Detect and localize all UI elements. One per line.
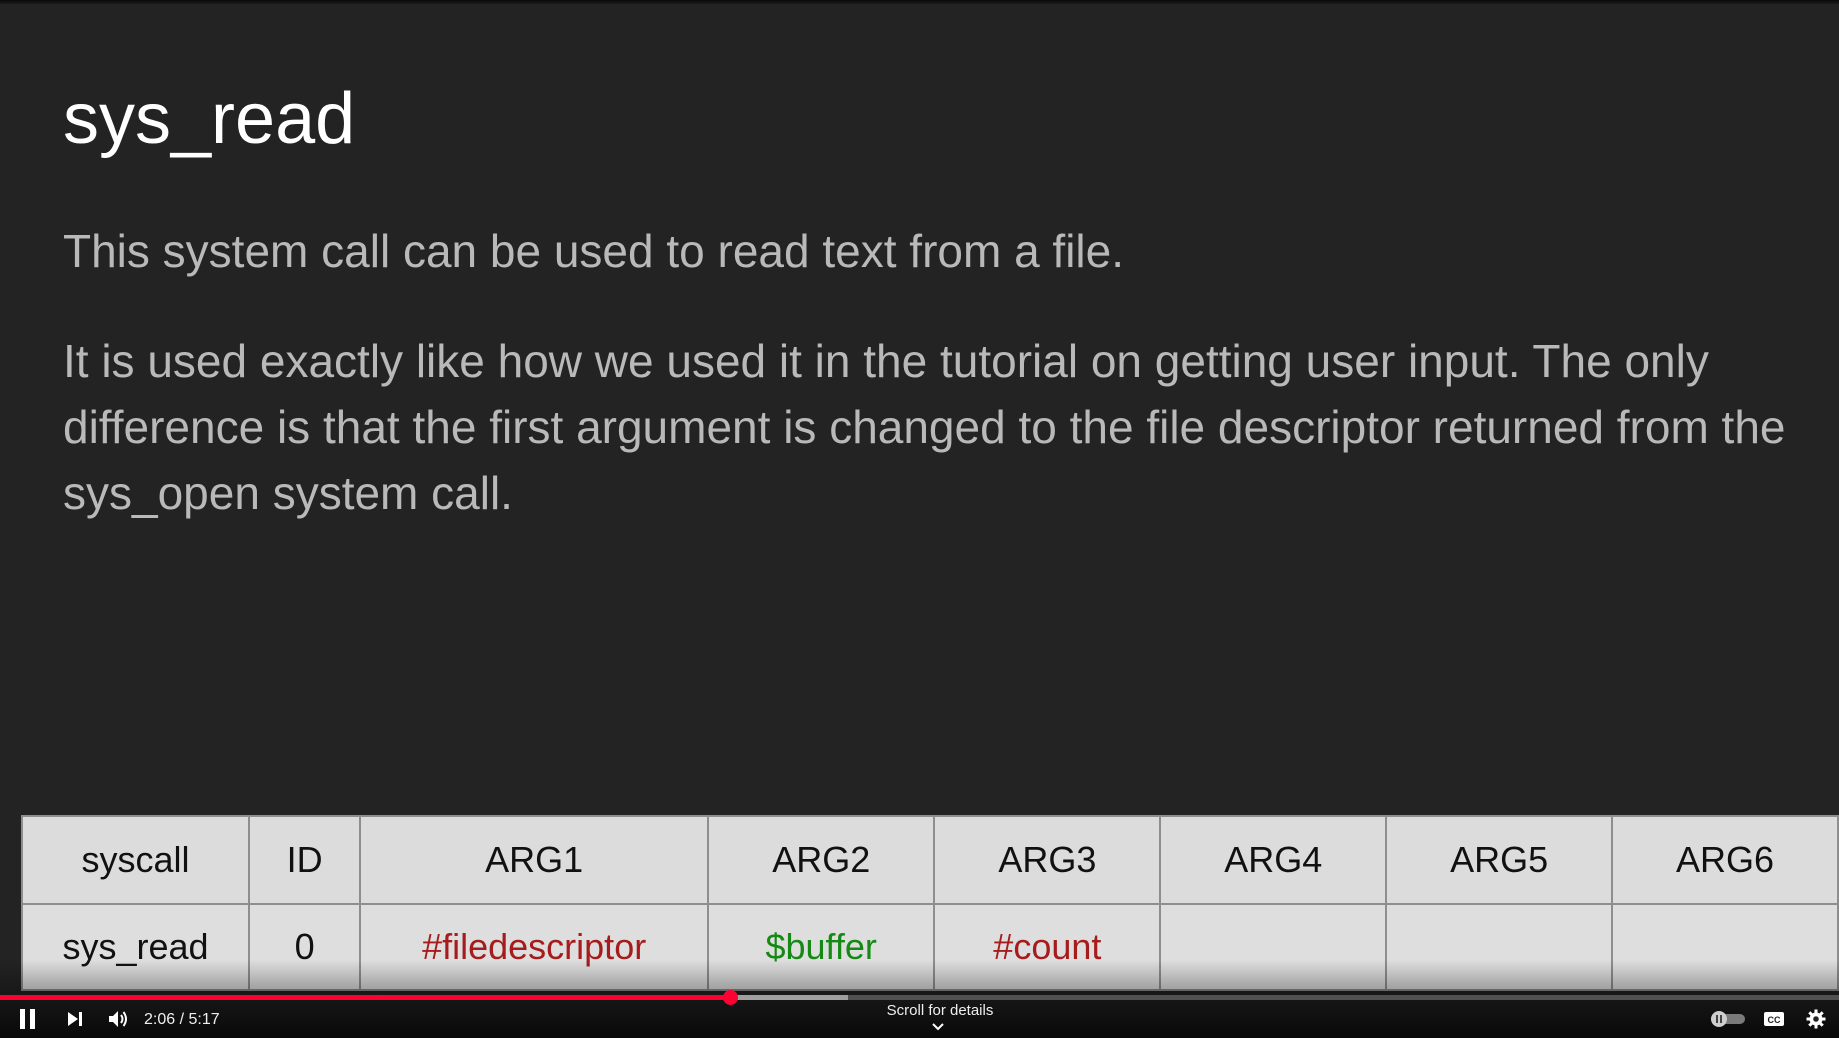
- header-cell: ARG2: [707, 815, 936, 905]
- table-header-row: syscall ID ARG1 ARG2 ARG3 ARG4 ARG5 ARG6: [20, 815, 1839, 905]
- header-cell: ARG5: [1385, 815, 1614, 905]
- header-cell: ID: [248, 815, 362, 905]
- slide-paragraph-2: It is used exactly like how we used it i…: [63, 335, 1786, 519]
- slide-paragraph-1: This system call can be used to read tex…: [63, 225, 1125, 277]
- header-cell: ARG3: [933, 815, 1162, 905]
- header-cell: syscall: [20, 815, 251, 905]
- progress-bar[interactable]: [0, 990, 1839, 1005]
- chevron-down-icon: [932, 1023, 944, 1031]
- scroll-for-details[interactable]: Scroll for details: [0, 1002, 1839, 1019]
- video-player[interactable]: sys_read This system call can be used to…: [0, 0, 1839, 1038]
- header-cell: ARG4: [1159, 815, 1388, 905]
- header-cell: ARG6: [1611, 815, 1839, 905]
- top-edge: [0, 0, 1839, 4]
- slide-title: sys_read: [63, 79, 356, 159]
- header-cell: ARG1: [359, 815, 710, 905]
